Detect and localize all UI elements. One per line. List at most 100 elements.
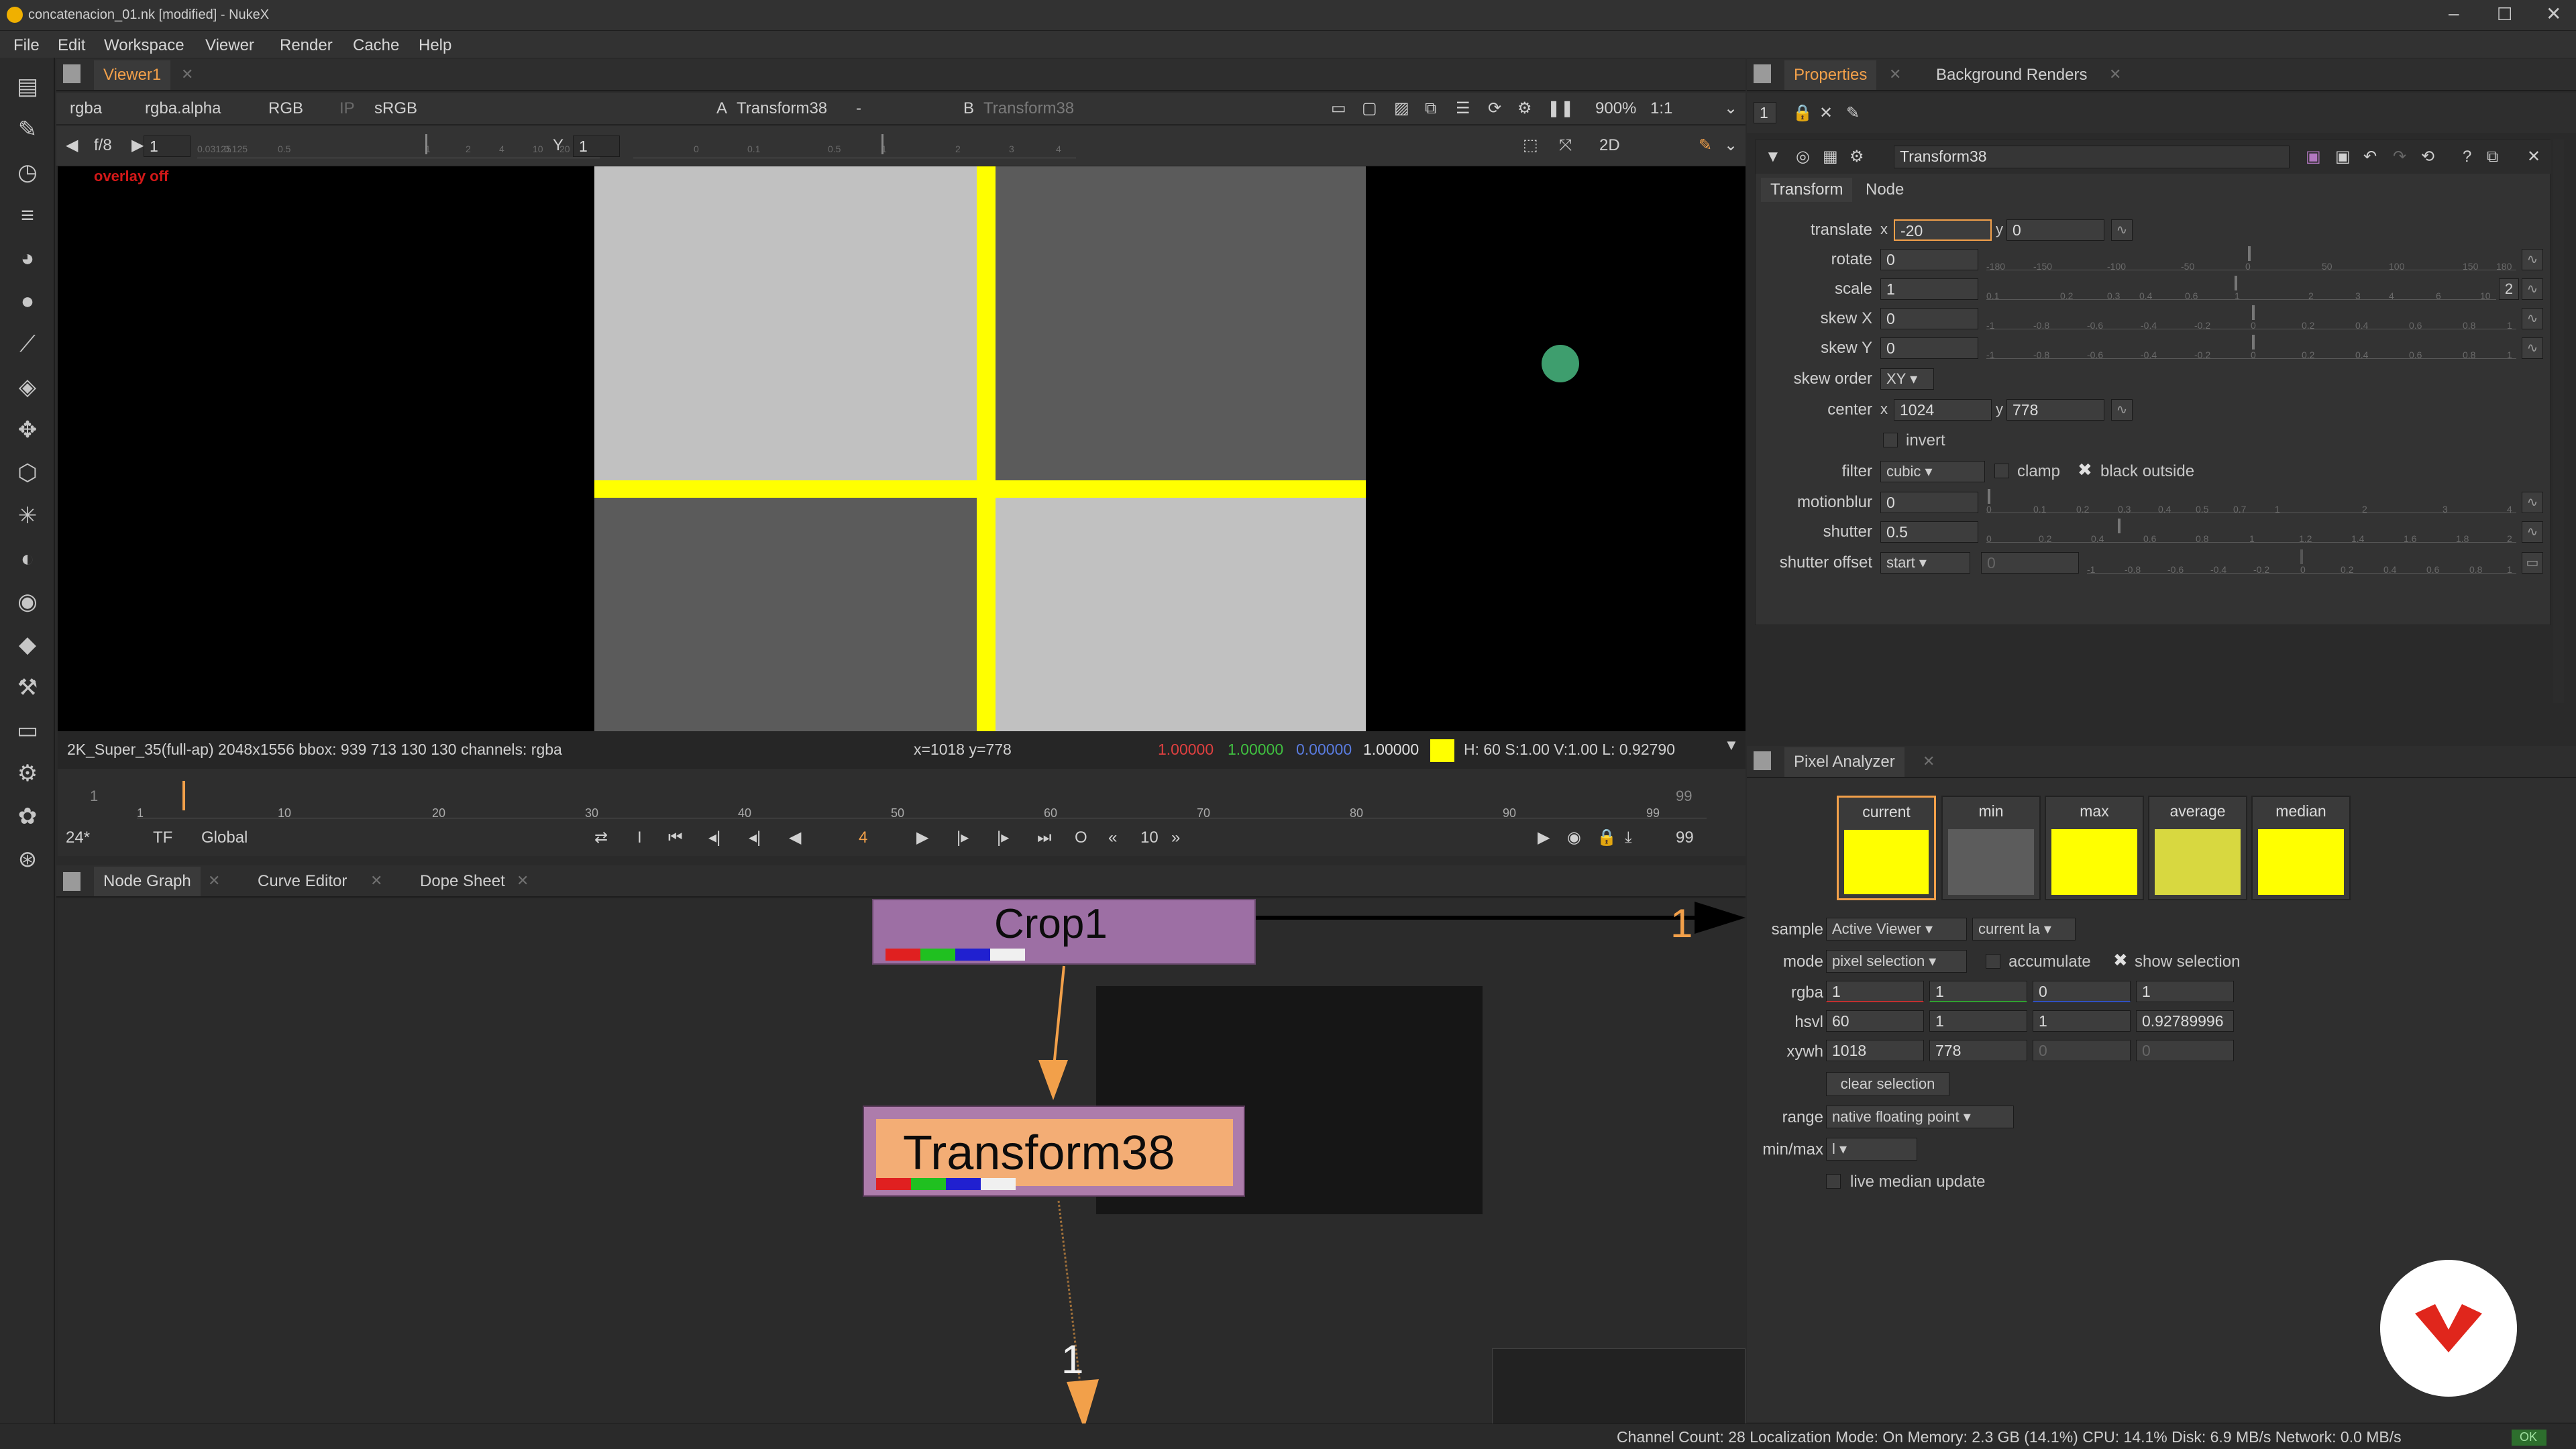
merge-nodes-icon[interactable]: ◈	[12, 372, 43, 402]
draw-nodes-icon[interactable]: ✎	[12, 114, 43, 145]
swatch-average[interactable]: average	[2148, 796, 2247, 900]
motionblur-slider[interactable]: 0 0.1 0.2 0.3 0.4 0.5 0.7 1 2 3 4	[1986, 489, 2516, 515]
skewy-field[interactable]: 0	[1880, 337, 1978, 359]
safe-area-icon[interactable]: ▢	[1362, 97, 1377, 120]
shutter-offset-slider-handle[interactable]	[2300, 549, 2303, 564]
tab-pixel-analyzer[interactable]: Pixel Analyzer	[1784, 747, 1904, 777]
swatch-median[interactable]: median	[2251, 796, 2351, 900]
node-graph[interactable]: 1 Crop1 Transform38 1	[58, 899, 1746, 1433]
node-transform38[interactable]: Transform38	[863, 1106, 1245, 1197]
transform-nodes-icon[interactable]: ✥	[12, 415, 43, 445]
node-color-icon[interactable]: ▣	[2306, 146, 2321, 168]
filter-dropdown[interactable]: cubic ▾	[1880, 461, 1985, 482]
gamma-field[interactable]: 1	[573, 136, 620, 157]
menu-viewer[interactable]: Viewer	[205, 36, 254, 55]
menu-file[interactable]: File	[13, 36, 40, 55]
xywh-w-field[interactable]: 0	[2033, 1040, 2131, 1061]
revert-icon[interactable]: ⟲	[2421, 146, 2434, 168]
properties-scrollbar[interactable]	[2553, 140, 2564, 703]
motionblur-field[interactable]: 0	[1880, 492, 1978, 513]
shutter-offset-slider[interactable]: -1 -0.8 -0.6 -0.4 -0.2 0 0.2 0.4 0.6 0.8…	[2087, 549, 2516, 575]
menu-edit[interactable]: Edit	[58, 36, 85, 55]
center-x-field[interactable]: 1024	[1894, 399, 1992, 421]
step-increment[interactable]: 10	[1140, 826, 1159, 849]
last-frame-icon[interactable]: ⏭	[1037, 826, 1052, 849]
transform-mode-icon[interactable]: ⤧	[1559, 134, 1572, 157]
clear-panels-icon[interactable]: ✕	[1819, 102, 1833, 125]
toolsets-icon[interactable]: ⚒	[12, 672, 43, 703]
rotate-field[interactable]: 0	[1880, 249, 1978, 270]
invert-checkbox[interactable]	[1883, 433, 1898, 447]
lock-panel-icon[interactable]: 🔒	[1792, 102, 1813, 125]
node-settings-icon[interactable]: ⚙	[1849, 146, 1864, 168]
shutter-offset-animation-icon[interactable]: ▭	[2522, 552, 2543, 574]
skewx-animation-icon[interactable]: ∿	[2522, 308, 2543, 329]
skewx-slider-handle[interactable]	[2252, 305, 2255, 320]
filter-nodes-icon[interactable]: ●	[12, 286, 43, 317]
particles-nodes-icon[interactable]: ✳	[12, 500, 43, 531]
input-b-dropdown[interactable]: Transform38	[983, 97, 1074, 120]
motionblur-animation-icon[interactable]: ∿	[2522, 492, 2543, 513]
node-color2-icon[interactable]: ▣	[2335, 146, 2351, 168]
edit-icon[interactable]: ✎	[1846, 102, 1860, 125]
settings-icon[interactable]: ⚙	[1517, 97, 1532, 120]
close-panel-icon[interactable]: ✕	[2527, 146, 2540, 168]
viewer-options-chevron-icon[interactable]: ⌄	[1724, 134, 1737, 157]
image-nodes-icon[interactable]: ▤	[12, 71, 43, 102]
motionblur-slider-handle[interactable]	[1988, 489, 1990, 504]
tab-background-renders[interactable]: Background Renders	[1927, 60, 2096, 90]
scope-dropdown[interactable]: Global	[201, 826, 248, 849]
minimap[interactable]	[1492, 1348, 1746, 1433]
refresh-icon[interactable]: ⟳	[1488, 97, 1501, 120]
other-nodes-icon[interactable]: ▭	[12, 715, 43, 746]
3d-nodes-icon[interactable]: ⬡	[12, 458, 43, 488]
xywh-x-field[interactable]: 1018	[1826, 1040, 1924, 1061]
flipbook-icon[interactable]: ▶	[1538, 826, 1550, 849]
gain-slider-handle[interactable]	[425, 134, 427, 154]
range-dropdown[interactable]: native floating point ▾	[1826, 1106, 2014, 1128]
time-nodes-icon[interactable]: ◷	[12, 157, 43, 188]
rgba-b-field[interactable]: 0	[2033, 981, 2131, 1002]
playback-mode-icon[interactable]: ⇄	[594, 826, 608, 849]
color-nodes-icon[interactable]: ◕	[12, 243, 43, 274]
pane-menu-icon-4[interactable]	[1754, 751, 1771, 770]
undo-icon[interactable]: ↶	[2363, 146, 2377, 168]
viewer-menu-chevron-icon[interactable]: ⌄	[1724, 97, 1737, 120]
node-name-field[interactable]: Transform38	[1894, 146, 2290, 168]
alpha-dropdown[interactable]: rgba.alpha	[145, 97, 221, 120]
menu-workspace[interactable]: Workspace	[104, 36, 184, 55]
menu-cache[interactable]: Cache	[353, 36, 399, 55]
tab-transform[interactable]: Transform	[1761, 178, 1853, 202]
shutter-offset-dropdown[interactable]: start ▾	[1880, 552, 1970, 574]
skewx-slider[interactable]: -1 -0.8 -0.6 -0.4 -0.2 0 0.2 0.4 0.6 0.8…	[1986, 305, 2516, 331]
next-frame-icon[interactable]: |▸	[957, 826, 969, 849]
menu-help[interactable]: Help	[419, 36, 451, 55]
tab-curve-editor[interactable]: Curve Editor	[248, 867, 356, 896]
accumulate-checkbox[interactable]	[1986, 954, 2000, 969]
skewx-field[interactable]: 0	[1880, 308, 1978, 329]
ocula-nodes-icon[interactable]: ✿	[12, 801, 43, 832]
scale-channels-button[interactable]: 2	[2499, 278, 2519, 300]
skew-order-dropdown[interactable]: XY ▾	[1880, 368, 1934, 390]
clamp-checkbox[interactable]	[1994, 464, 2009, 478]
close-pixel-analyzer-icon[interactable]: ✕	[1923, 753, 1935, 770]
rgba-g-field[interactable]: 1	[1929, 981, 2027, 1002]
close-tab-icon[interactable]: ✕	[181, 66, 193, 83]
close-properties-icon[interactable]: ✕	[1889, 66, 1901, 83]
shutter-offset-field[interactable]: 0	[1981, 552, 2079, 574]
minmax-dropdown[interactable]: l ▾	[1826, 1138, 1917, 1161]
metadata-nodes-icon[interactable]: ◆	[12, 629, 43, 660]
max-panels-field[interactable]: 1	[1754, 102, 1776, 123]
live-median-checkbox[interactable]	[1826, 1174, 1841, 1189]
deep-nodes-icon[interactable]: ◐	[12, 543, 43, 574]
step-forward-icon[interactable]: »	[1171, 826, 1180, 849]
close-window-icon[interactable]: ✕	[2546, 3, 2561, 25]
current-frame[interactable]: 4	[859, 826, 867, 849]
center-y-field[interactable]: 778	[2006, 399, 2104, 421]
xywh-h-field[interactable]: 0	[2136, 1040, 2234, 1061]
hsvl-h-field[interactable]: 60	[1826, 1010, 1924, 1032]
sample-dropdown[interactable]: Active Viewer ▾	[1826, 918, 1967, 941]
xywh-y-field[interactable]: 778	[1929, 1040, 2027, 1061]
close-node-graph-icon[interactable]: ✕	[208, 872, 220, 890]
color-picker-icon[interactable]: ✎	[1699, 134, 1712, 157]
